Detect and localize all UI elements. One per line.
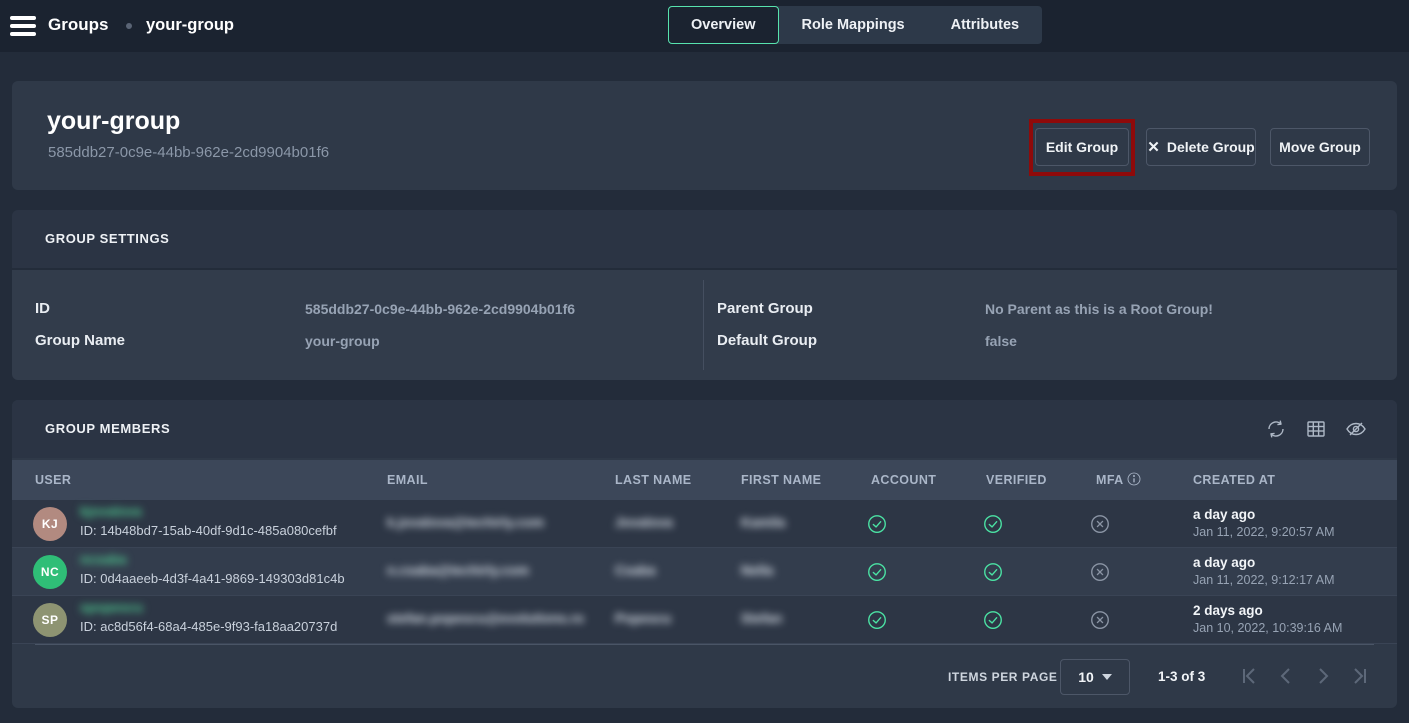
member-row-2[interactable]: NC ncsaba ID: 0d4aaeeb-4d3f-4a41-9869-14… (12, 548, 1397, 596)
refresh-icon[interactable] (1264, 417, 1288, 441)
user-id: ID: 0d4aaeeb-4d3f-4a41-9869-149303d81c4b (80, 571, 345, 586)
verified-check-icon (982, 609, 1004, 631)
field-label-default-group: Default Group (717, 332, 817, 349)
page-title: your-group (47, 107, 180, 136)
created-absolute: Jan 11, 2022, 9:20:57 AM (1193, 525, 1335, 539)
field-value-parent-group: No Parent as this is a Root Group! (985, 301, 1213, 317)
email-redacted: n.csaba@techirly.com (387, 563, 529, 578)
first-name-redacted: Nella (741, 563, 773, 578)
first-name-redacted: Stefan (741, 611, 782, 626)
delete-group-button[interactable]: ✕ Delete Group (1146, 128, 1256, 166)
username-redacted: spopescu (80, 600, 143, 615)
breadcrumb-separator-dot (126, 23, 132, 29)
tab-attributes[interactable]: Attributes (928, 6, 1042, 44)
col-verified: VERIFIED (986, 473, 1047, 487)
col-mfa: MFA (1096, 473, 1124, 487)
last-page-icon[interactable] (1347, 664, 1371, 688)
breadcrumb-groups[interactable]: Groups (48, 15, 108, 35)
account-check-icon (866, 609, 888, 631)
page-size-select[interactable]: 10 (1060, 659, 1130, 695)
top-bar: Groups your-group Overview Role Mappings… (0, 0, 1409, 52)
field-label-id: ID (35, 300, 50, 317)
col-email: EMAIL (387, 473, 428, 487)
created-absolute: Jan 11, 2022, 9:12:17 AM (1193, 573, 1335, 587)
avatar: KJ (33, 507, 67, 541)
page-size-value: 10 (1078, 669, 1094, 685)
field-value-group-name: your-group (305, 333, 380, 349)
delete-x-icon: ✕ (1147, 138, 1160, 156)
tab-role-mappings[interactable]: Role Mappings (779, 6, 928, 44)
username-redacted: kjovalova (80, 504, 142, 519)
field-label-parent-group: Parent Group (717, 300, 813, 317)
member-row-3[interactable]: SP spopescu ID: ac8d56f4-68a4-485e-9f93-… (12, 596, 1397, 644)
user-id: ID: ac8d56f4-68a4-485e-9f93-fa18aa20737d (80, 619, 337, 634)
chevron-down-icon (1102, 674, 1112, 680)
last-name-redacted: Csaba (615, 563, 656, 578)
account-check-icon (866, 513, 888, 535)
group-settings-section: GROUP SETTINGS ID 585ddb27-0c9e-44bb-962… (12, 210, 1397, 380)
created-absolute: Jan 10, 2022, 10:39:16 AM (1193, 621, 1342, 635)
col-first-name: FIRST NAME (741, 473, 821, 487)
settings-column-divider (703, 280, 704, 370)
col-user: USER (35, 473, 71, 487)
members-table-header: USER EMAIL LAST NAME FIRST NAME ACCOUNT … (12, 460, 1397, 500)
group-members-header: GROUP MEMBERS (12, 400, 1397, 458)
pagination-divider (35, 644, 1374, 645)
member-row-1[interactable]: KJ kjovalova ID: 14b48bd7-15ab-40df-9d1c… (12, 500, 1397, 548)
created-relative: a day ago (1193, 507, 1255, 522)
hamburger-menu-icon[interactable] (10, 16, 36, 36)
first-name-redacted: Kamila (741, 515, 785, 530)
mfa-info-icon[interactable] (1126, 471, 1142, 487)
group-members-title: GROUP MEMBERS (45, 421, 170, 436)
col-last-name: LAST NAME (615, 473, 692, 487)
group-settings-title: GROUP SETTINGS (45, 231, 169, 246)
edit-group-button[interactable]: Edit Group (1035, 128, 1129, 166)
mfa-cross-icon (1089, 513, 1111, 535)
account-check-icon (866, 561, 888, 583)
delete-group-label: Delete Group (1167, 139, 1255, 155)
items-per-page-label: ITEMS PER PAGE (948, 670, 1058, 684)
last-name-redacted: Popescu (615, 611, 671, 626)
group-settings-body: ID 585ddb27-0c9e-44bb-962e-2cd9904b01f6 … (12, 270, 1397, 380)
col-account: ACCOUNT (871, 473, 936, 487)
verified-check-icon (982, 561, 1004, 583)
move-group-button[interactable]: Move Group (1270, 128, 1370, 166)
field-value-id: 585ddb27-0c9e-44bb-962e-2cd9904b01f6 (305, 301, 575, 317)
avatar: NC (33, 555, 67, 589)
tab-strip: Overview Role Mappings Attributes (668, 6, 1042, 44)
field-value-default-group: false (985, 333, 1017, 349)
breadcrumb-current-group: your-group (146, 16, 234, 35)
email-redacted: k.jovalova@techirly.com (387, 515, 544, 530)
pagination-range: 1-3 of 3 (1158, 669, 1205, 684)
created-relative: a day ago (1193, 555, 1255, 570)
first-page-icon[interactable] (1238, 664, 1262, 688)
next-page-icon[interactable] (1311, 664, 1335, 688)
user-id: ID: 14b48bd7-15ab-40df-9d1c-485a080cefbf (80, 523, 337, 538)
table-icon[interactable] (1304, 417, 1328, 441)
group-members-section: GROUP MEMBERS (12, 400, 1397, 708)
mfa-cross-icon (1089, 609, 1111, 631)
created-relative: 2 days ago (1193, 603, 1263, 618)
username-redacted: ncsaba (80, 552, 127, 567)
email-redacted: stefan.popescu@evolutions.ro (387, 611, 584, 626)
tab-overview[interactable]: Overview (668, 6, 779, 44)
last-name-redacted: Jovalova (615, 515, 673, 530)
group-settings-header: GROUP SETTINGS (12, 210, 1397, 268)
field-label-group-name: Group Name (35, 332, 125, 349)
col-created-at: CREATED AT (1193, 473, 1275, 487)
verified-check-icon (982, 513, 1004, 535)
mfa-cross-icon (1089, 561, 1111, 583)
avatar: SP (33, 603, 67, 637)
group-uuid: 585ddb27-0c9e-44bb-962e-2cd9904b01f6 (48, 144, 329, 161)
previous-page-icon[interactable] (1274, 664, 1298, 688)
eye-off-icon[interactable] (1344, 417, 1368, 441)
